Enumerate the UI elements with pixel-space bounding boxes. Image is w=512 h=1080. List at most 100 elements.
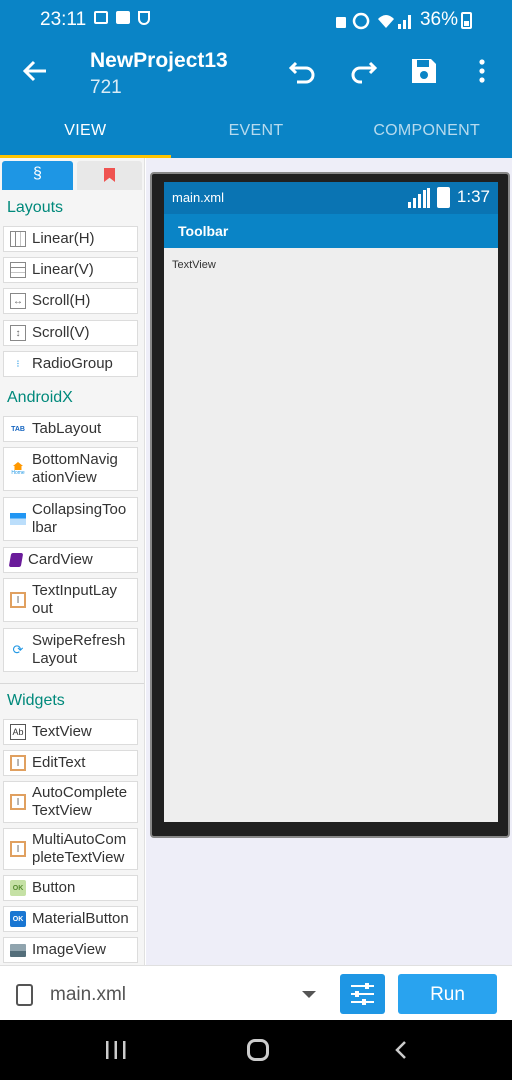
more-options-icon[interactable] [467,56,497,86]
palette-item-cardview[interactable]: CardView [3,547,138,573]
status-time: 23:11 [40,9,87,30]
label-line-2: Layout [32,650,78,667]
item-label: MultiAutoCom pleteTextView [32,831,126,867]
redo-icon[interactable] [348,56,378,86]
label-line-2: out [32,600,53,617]
materialbutton-icon: OK [10,911,26,927]
project-title: NewProject13 [90,49,228,72]
preview-textview[interactable]: TextView [172,259,216,271]
wifi-icon [378,15,394,28]
section-divider [0,683,144,684]
main-tabs: VIEW EVENT COMPONENT [0,116,512,158]
tab-component[interactable]: COMPONENT [341,116,512,158]
home-icon: Home [10,461,26,477]
notification-icons [94,11,150,25]
palette-item-collapsingtoolbar[interactable]: CollapsingToo lbar [3,497,138,541]
palette-item-materialbutton[interactable]: OK MaterialButton [3,906,138,932]
preview-toolbar-title: Toolbar [178,223,229,239]
linear-h-icon [10,231,26,247]
status-system-icons [336,12,411,30]
item-label: TextInputLay out [32,582,117,618]
item-label: Scroll(V) [32,324,90,341]
label-line-1: SwipeRefresh [32,632,126,649]
status-bar: 23:11 36% [0,0,512,40]
palette-tab-bookmarks[interactable] [77,161,142,190]
home-button-icon[interactable] [247,1039,269,1061]
palette-tab-widgets[interactable]: § [2,161,73,190]
label-line-1: CollapsingToo [32,501,127,518]
palette-item-textview[interactable]: Ab TextView [3,719,138,745]
palette-item-scroll-v[interactable]: ↕ Scroll(V) [3,320,138,346]
palette-item-radiogroup[interactable]: ⁝ RadioGroup [3,351,138,377]
gallery-icon [94,11,108,24]
current-file-name[interactable]: main.xml [50,984,126,1006]
nav-back-icon[interactable] [392,1040,412,1060]
item-label: CardView [28,551,93,568]
palette-item-textinputlayout[interactable]: I TextInputLay out [3,578,138,622]
item-label: ImageView [32,941,106,958]
autocomplete-icon: I [10,794,26,810]
item-label: MaterialButton [32,910,129,927]
palette-item-linear-v[interactable]: Linear(V) [3,257,138,283]
tab-event[interactable]: EVENT [171,116,342,158]
save-icon[interactable] [409,56,439,86]
linear-v-icon [10,262,26,278]
edittext-icon: I [10,755,26,771]
collapsing-toolbar-icon [10,513,26,525]
palette-item-imageview[interactable]: ImageView [3,937,138,963]
item-label: RadioGroup [32,355,113,372]
mail-icon [116,11,130,24]
image-icon [10,943,26,957]
palette-item-edittext[interactable]: I EditText [3,750,138,776]
back-arrow-icon[interactable] [20,56,50,86]
palette-item-swiperefreshlayout[interactable]: ⟳ SwipeRefresh Layout [3,628,138,672]
palette-item-button[interactable]: OK Button [3,875,138,901]
item-label: Linear(H) [32,230,95,247]
item-label: BottomNavig ationView [32,451,118,487]
palette-item-bottomnavigationview[interactable]: Home BottomNavig ationView [3,447,138,491]
palette-item-linear-h[interactable]: Linear(H) [3,226,138,252]
properties-button[interactable] [340,974,385,1014]
cardview-icon [8,553,24,567]
widgets-tab-symbol: § [33,165,42,182]
recent-apps-icon[interactable] [105,1041,127,1059]
shield-icon [138,11,150,25]
label-line-1: BottomNavig [32,451,118,468]
label-line-1: MultiAutoCom [32,831,127,848]
palette-item-tablayout[interactable]: TAB TabLayout [3,416,138,442]
label-line-1: TextInputLay [32,582,118,599]
label-line-2: ationView [32,469,97,486]
section-layouts: Layouts [7,199,64,216]
undo-icon[interactable] [288,56,318,86]
label-line-2: TextView [32,802,92,819]
textinput-icon: I [10,592,26,608]
refresh-icon: ⟳ [12,642,24,657]
preview-time: 1:37 [456,187,490,206]
item-label: EditText [32,754,86,771]
preview-battery-icon [437,187,450,208]
palette-item-autocompletetextview[interactable]: I AutoComplete TextView [3,781,138,823]
scroll-h-icon: ↔ [10,293,26,309]
item-label: SwipeRefresh Layout [32,632,125,668]
palette-item-multiautocompletetextview[interactable]: I MultiAutoCom pleteTextView [3,828,138,870]
item-label: Scroll(H) [32,292,91,309]
device-screen[interactable]: main.xml 1:37 Toolbar TextView [164,182,498,822]
item-label: TextView [32,723,92,740]
label-line-1: AutoComplete [32,784,128,801]
textview-icon: Ab [10,724,26,740]
tab-view[interactable]: VIEW [0,116,171,158]
system-nav-bar [0,1020,512,1080]
run-button[interactable]: Run [398,974,497,1014]
design-canvas[interactable]: main.xml 1:37 Toolbar TextView [146,158,512,965]
preview-status-bar: main.xml 1:37 [164,182,498,214]
home-icon-label: Home [11,470,25,476]
palette-item-scroll-h[interactable]: ↔ Scroll(H) [3,288,138,314]
chevron-down-icon[interactable] [302,991,316,998]
file-icon [16,984,33,1006]
radiogroup-icon: ⁝ [16,358,20,370]
preview-toolbar[interactable]: Toolbar [164,214,498,248]
section-androidx: AndroidX [7,389,73,406]
tab-icon: TAB [11,425,25,433]
item-label: CollapsingToo lbar [32,501,126,537]
item-label: Linear(V) [32,261,94,278]
